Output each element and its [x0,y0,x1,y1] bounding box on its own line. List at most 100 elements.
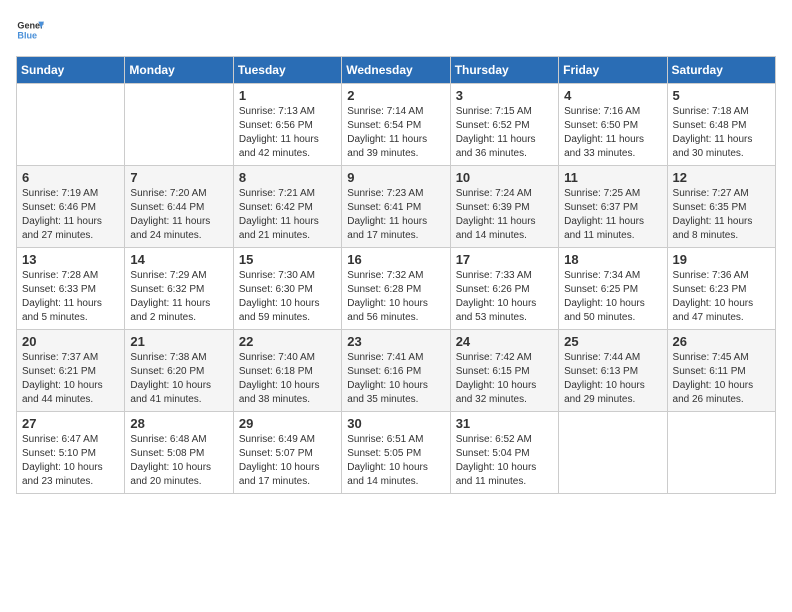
day-info: Sunrise: 7:14 AMSunset: 6:54 PMDaylight:… [347,105,444,161]
day-number: 25 [564,334,661,349]
calendar-cell: 31 Sunrise: 6:52 AMSunset: 5:04 PMDayligh… [450,412,558,494]
week-row-3: 13 Sunrise: 7:28 AMSunset: 6:33 PMDayligh… [17,248,776,330]
day-number: 16 [347,252,444,267]
calendar-cell [17,84,125,166]
day-info: Sunrise: 7:15 AMSunset: 6:52 PMDaylight:… [456,105,553,161]
day-info: Sunrise: 7:36 AMSunset: 6:23 PMDaylight:… [673,269,770,325]
day-info: Sunrise: 6:47 AMSunset: 5:10 PMDaylight:… [22,433,119,489]
day-info: Sunrise: 7:32 AMSunset: 6:28 PMDaylight:… [347,269,444,325]
calendar-cell: 7 Sunrise: 7:20 AMSunset: 6:44 PMDaylight… [125,166,233,248]
day-info: Sunrise: 7:19 AMSunset: 6:46 PMDaylight:… [22,187,119,243]
calendar-cell: 9 Sunrise: 7:23 AMSunset: 6:41 PMDaylight… [342,166,450,248]
calendar-cell: 8 Sunrise: 7:21 AMSunset: 6:42 PMDaylight… [233,166,341,248]
calendar-cell: 19 Sunrise: 7:36 AMSunset: 6:23 PMDayligh… [667,248,775,330]
day-number: 19 [673,252,770,267]
calendar-cell: 5 Sunrise: 7:18 AMSunset: 6:48 PMDaylight… [667,84,775,166]
day-info: Sunrise: 7:20 AMSunset: 6:44 PMDaylight:… [130,187,227,243]
day-number: 30 [347,416,444,431]
day-info: Sunrise: 7:27 AMSunset: 6:35 PMDaylight:… [673,187,770,243]
day-number: 26 [673,334,770,349]
day-info: Sunrise: 6:48 AMSunset: 5:08 PMDaylight:… [130,433,227,489]
calendar-cell: 6 Sunrise: 7:19 AMSunset: 6:46 PMDaylight… [17,166,125,248]
column-header-monday: Monday [125,57,233,84]
page-header: General Blue [16,16,776,44]
day-number: 10 [456,170,553,185]
calendar-cell: 14 Sunrise: 7:29 AMSunset: 6:32 PMDayligh… [125,248,233,330]
day-number: 4 [564,88,661,103]
day-number: 12 [673,170,770,185]
calendar-cell: 21Sunrise: 7:38 AMSunset: 6:20 PMDayligh… [125,330,233,412]
day-info: Sunrise: 6:49 AMSunset: 5:07 PMDaylight:… [239,433,336,489]
day-number: 14 [130,252,227,267]
calendar-cell: 11 Sunrise: 7:25 AMSunset: 6:37 PMDayligh… [559,166,667,248]
calendar-cell: 23 Sunrise: 7:41 AMSunset: 6:16 PMDayligh… [342,330,450,412]
week-row-2: 6 Sunrise: 7:19 AMSunset: 6:46 PMDaylight… [17,166,776,248]
day-number: 31 [456,416,553,431]
day-number: 11 [564,170,661,185]
calendar-body: 1 Sunrise: 7:13 AMSunset: 6:56 PMDaylight… [17,84,776,494]
calendar-cell: 2 Sunrise: 7:14 AMSunset: 6:54 PMDaylight… [342,84,450,166]
svg-text:Blue: Blue [17,30,37,40]
calendar-cell: 13 Sunrise: 7:28 AMSunset: 6:33 PMDayligh… [17,248,125,330]
day-number: 3 [456,88,553,103]
day-number: 5 [673,88,770,103]
calendar-cell: 4 Sunrise: 7:16 AMSunset: 6:50 PMDaylight… [559,84,667,166]
day-info: Sunrise: 7:33 AMSunset: 6:26 PMDaylight:… [456,269,553,325]
day-info: Sunrise: 7:40 AMSunset: 6:18 PMDaylight:… [239,351,336,407]
calendar-cell: 10 Sunrise: 7:24 AMSunset: 6:39 PMDayligh… [450,166,558,248]
column-header-saturday: Saturday [667,57,775,84]
day-info: Sunrise: 7:45 AMSunset: 6:11 PMDaylight:… [673,351,770,407]
day-info: Sunrise: 7:23 AMSunset: 6:41 PMDaylight:… [347,187,444,243]
calendar-cell: 22 Sunrise: 7:40 AMSunset: 6:18 PMDayligh… [233,330,341,412]
day-number: 28 [130,416,227,431]
column-header-wednesday: Wednesday [342,57,450,84]
day-number: 27 [22,416,119,431]
day-info: Sunrise: 7:34 AMSunset: 6:25 PMDaylight:… [564,269,661,325]
day-info: Sunrise: 7:24 AMSunset: 6:39 PMDaylight:… [456,187,553,243]
calendar-cell [559,412,667,494]
day-number: 8 [239,170,336,185]
day-info: Sunrise: 7:16 AMSunset: 6:50 PMDaylight:… [564,105,661,161]
calendar-table: SundayMondayTuesdayWednesdayThursdayFrid… [16,56,776,494]
day-number: 24 [456,334,553,349]
calendar-header-row: SundayMondayTuesdayWednesdayThursdayFrid… [17,57,776,84]
calendar-cell: 26 Sunrise: 7:45 AMSunset: 6:11 PMDayligh… [667,330,775,412]
calendar-cell: 29 Sunrise: 6:49 AMSunset: 5:07 PMDayligh… [233,412,341,494]
day-info: Sunrise: 7:18 AMSunset: 6:48 PMDaylight:… [673,105,770,161]
day-number: 15 [239,252,336,267]
calendar-cell: 25Sunrise: 7:44 AMSunset: 6:13 PMDayligh… [559,330,667,412]
day-number: 23 [347,334,444,349]
calendar-cell: 27 Sunrise: 6:47 AMSunset: 5:10 PMDayligh… [17,412,125,494]
day-number: 2 [347,88,444,103]
day-info: Sunrise: 7:29 AMSunset: 6:32 PMDaylight:… [130,269,227,325]
calendar-cell [125,84,233,166]
day-info: Sunrise: 7:13 AMSunset: 6:56 PMDaylight:… [239,105,336,161]
day-number: 9 [347,170,444,185]
day-number: 17 [456,252,553,267]
day-info: Sunrise: 7:41 AMSunset: 6:16 PMDaylight:… [347,351,444,407]
column-header-tuesday: Tuesday [233,57,341,84]
day-info: Sunrise: 7:42 AMSunset: 6:15 PMDaylight:… [456,351,553,407]
day-number: 6 [22,170,119,185]
calendar-cell [667,412,775,494]
calendar-cell: 15 Sunrise: 7:30 AMSunset: 6:30 PMDayligh… [233,248,341,330]
day-number: 1 [239,88,336,103]
day-info: Sunrise: 6:51 AMSunset: 5:05 PMDaylight:… [347,433,444,489]
column-header-sunday: Sunday [17,57,125,84]
calendar-cell: 1 Sunrise: 7:13 AMSunset: 6:56 PMDaylight… [233,84,341,166]
day-info: Sunrise: 7:37 AMSunset: 6:21 PMDaylight:… [22,351,119,407]
day-info: Sunrise: 7:25 AMSunset: 6:37 PMDaylight:… [564,187,661,243]
day-number: 29 [239,416,336,431]
day-number: 22 [239,334,336,349]
day-number: 7 [130,170,227,185]
week-row-1: 1 Sunrise: 7:13 AMSunset: 6:56 PMDaylight… [17,84,776,166]
day-number: 13 [22,252,119,267]
logo: General Blue [16,16,48,44]
day-info: Sunrise: 7:30 AMSunset: 6:30 PMDaylight:… [239,269,336,325]
calendar-cell: 24 Sunrise: 7:42 AMSunset: 6:15 PMDayligh… [450,330,558,412]
day-info: Sunrise: 6:52 AMSunset: 5:04 PMDaylight:… [456,433,553,489]
calendar-cell: 18Sunrise: 7:34 AMSunset: 6:25 PMDayligh… [559,248,667,330]
calendar-cell: 20Sunrise: 7:37 AMSunset: 6:21 PMDayligh… [17,330,125,412]
day-info: Sunrise: 7:28 AMSunset: 6:33 PMDaylight:… [22,269,119,325]
day-info: Sunrise: 7:21 AMSunset: 6:42 PMDaylight:… [239,187,336,243]
